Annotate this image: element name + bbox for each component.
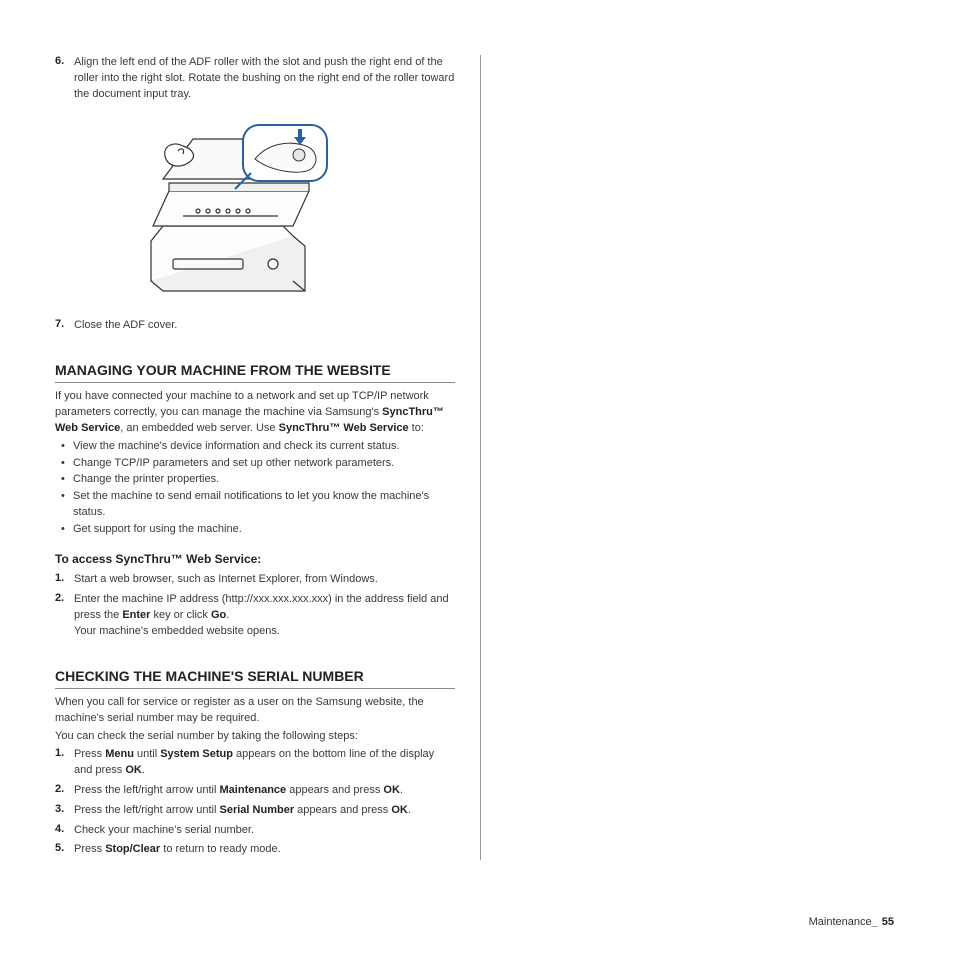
step-7: 7. Close the ADF cover. — [55, 318, 455, 334]
serial-step-5: 5. Press Stop/Clear to return to ready m… — [55, 842, 455, 858]
step6-text: Align the left end of the ADF roller wit… — [74, 55, 455, 103]
bullet-5: Get support for using the machine. — [55, 522, 455, 538]
step7-num: 7. — [55, 318, 74, 334]
printer-illustration — [123, 121, 455, 296]
web-subhead: To access SyncThru™ Web Service: — [55, 552, 455, 566]
serial-p1: When you call for service or register as… — [55, 695, 455, 727]
step6-num: 6. — [55, 55, 74, 103]
web-bullets: View the machine's device information an… — [55, 439, 455, 539]
step-6: 6. Align the left end of the ADF roller … — [55, 55, 455, 103]
serial-step-4: 4. Check your machine's serial number. — [55, 823, 455, 839]
serial-p2: You can check the serial number by takin… — [55, 729, 455, 745]
bullet-3: Change the printer properties. — [55, 472, 455, 488]
web-intro: If you have connected your machine to a … — [55, 389, 455, 437]
bullet-4: Set the machine to send email notificati… — [55, 489, 455, 521]
web-step-1: 1. Start a web browser, such as Internet… — [55, 572, 455, 588]
step7-text: Close the ADF cover. — [74, 318, 455, 334]
right-column — [480, 55, 880, 860]
section-web-title: MANAGING YOUR MACHINE FROM THE WEBSITE — [55, 362, 455, 383]
web-step-2: 2. Enter the machine IP address (http://… — [55, 592, 455, 640]
bullet-2: Change TCP/IP parameters and set up othe… — [55, 456, 455, 472]
bullet-1: View the machine's device information an… — [55, 439, 455, 455]
page-footer: Maintenance_55 — [809, 916, 894, 928]
serial-step-2: 2. Press the left/right arrow until Main… — [55, 783, 455, 799]
serial-step-1: 1. Press Menu until System Setup appears… — [55, 747, 455, 779]
serial-step-3: 3. Press the left/right arrow until Seri… — [55, 803, 455, 819]
section-serial-title: CHECKING THE MACHINE'S SERIAL NUMBER — [55, 668, 455, 689]
